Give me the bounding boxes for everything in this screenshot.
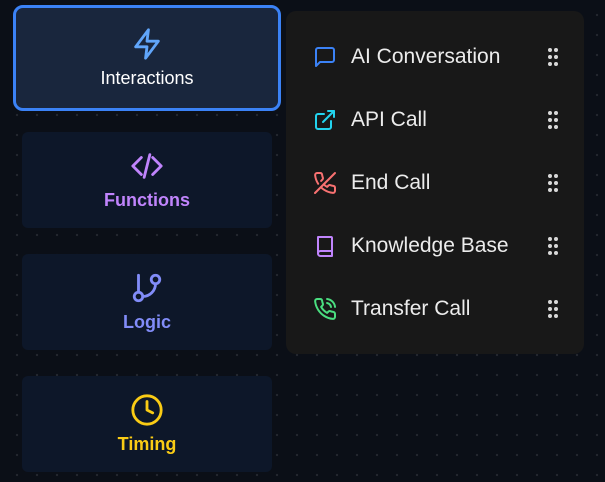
category-functions[interactable]: Functions [22,132,272,228]
menu-item-transfer-call[interactable]: Transfer Call [286,277,584,340]
drag-handle-icon[interactable] [546,109,560,131]
category-logic[interactable]: Logic [22,254,272,350]
category-label: Logic [123,312,171,332]
menu-item-label: AI Conversation [351,44,501,68]
book-icon [313,234,337,258]
external-link-icon [313,108,337,132]
drag-handle-icon[interactable] [546,235,560,257]
drag-handle-icon[interactable] [546,298,560,320]
menu-item-ai-conversation[interactable]: AI Conversation [286,25,584,88]
phone-off-icon [313,171,337,195]
phone-forward-icon [313,297,337,321]
menu-item-api-call[interactable]: API Call [286,88,584,151]
menu-item-label: Transfer Call [351,296,471,320]
menu-item-label: End Call [351,170,431,194]
drag-handle-icon[interactable] [546,46,560,68]
category-label: Timing [117,434,177,454]
menu-item-label: Knowledge Base [351,233,509,257]
interactions-menu: AI Conversation API Call End Call Knowle… [286,11,584,354]
menu-item-knowledge-base[interactable]: Knowledge Base [286,214,584,277]
drag-handle-icon[interactable] [546,172,560,194]
lightning-bolt-icon [130,27,164,61]
category-interactions[interactable]: Interactions [13,5,281,111]
category-label: Interactions [100,68,194,88]
chat-bubble-icon [313,45,337,69]
menu-item-label: API Call [351,107,427,131]
category-timing[interactable]: Timing [22,376,272,472]
category-label: Functions [104,190,190,210]
clock-icon [130,393,164,427]
menu-item-end-call[interactable]: End Call [286,151,584,214]
code-icon [130,149,164,183]
git-branch-icon [130,271,164,305]
